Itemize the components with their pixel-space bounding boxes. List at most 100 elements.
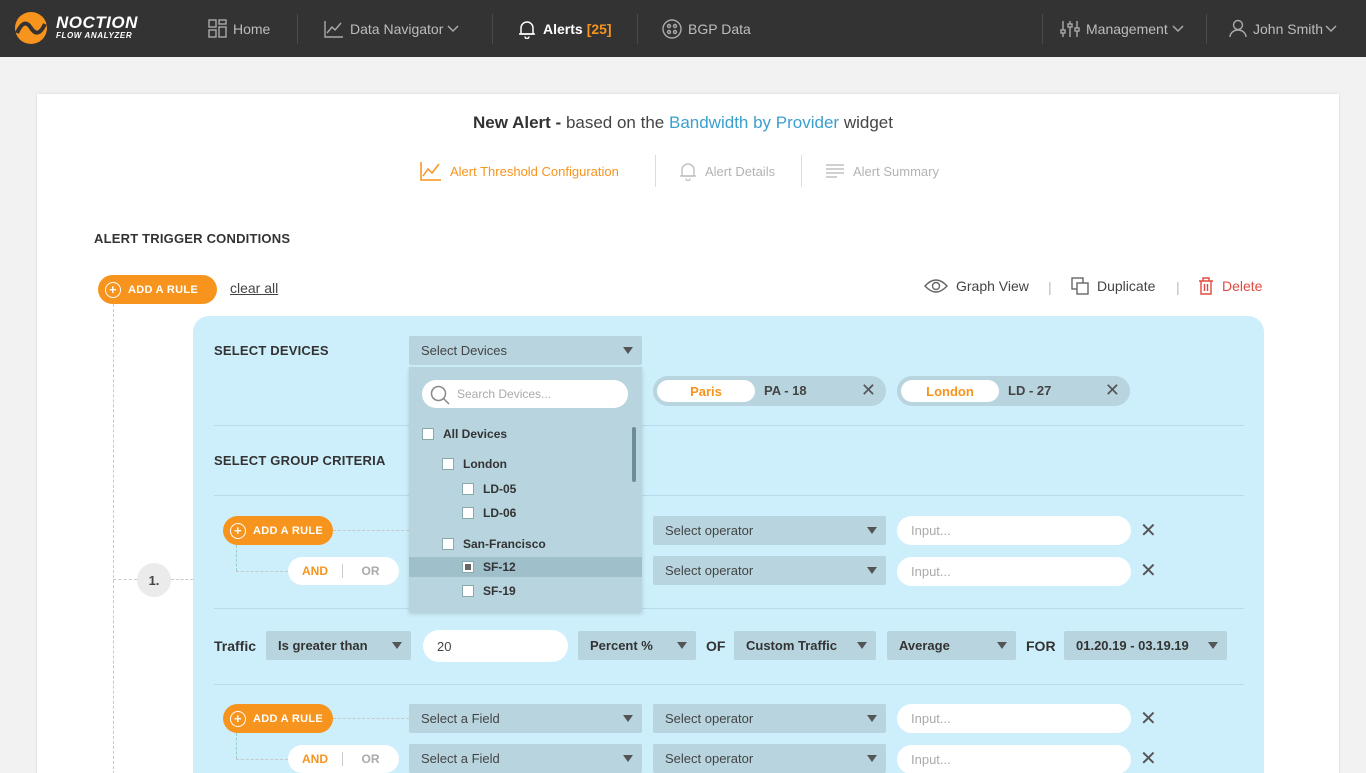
aggregation-select[interactable]: Average [887,631,1016,660]
bell-icon [680,163,696,181]
add-group-rule-button[interactable]: + ADD A RULE [223,704,333,733]
or-option[interactable]: OR [343,564,398,578]
device-option-ld-05[interactable]: LD-05 [409,479,642,499]
device-option-all[interactable]: All Devices [409,424,642,444]
alerts-count-badge: [25] [586,20,612,37]
add-rule-button[interactable]: + ADD A RULE [98,275,217,304]
graph-view-label: Graph View [956,278,1029,294]
delete-button[interactable]: Delete [1198,276,1262,296]
dropdown-scrollbar[interactable] [632,427,636,482]
page-title-pre: based on the [565,113,665,132]
nav-alerts-label: Alerts [543,20,583,37]
remove-rule-icon[interactable]: ✕ [1140,749,1157,769]
checkbox[interactable] [462,507,474,519]
duplicate-label: Duplicate [1097,278,1156,294]
caret-down-icon [623,755,633,762]
select-devices-dropdown[interactable]: Select Devices [409,336,642,365]
operator-select[interactable]: Select operator [653,516,886,545]
traffic-type-value: Custom Traffic [746,638,838,653]
criteria-value-input[interactable]: Input... [897,516,1131,545]
caret-down-icon [1208,642,1218,649]
condition-value: Is greater than [278,638,368,653]
chip-city: London [901,380,999,402]
remove-rule-icon[interactable]: ✕ [1140,709,1157,729]
list-lines-icon [826,164,844,178]
nav-data-navigator[interactable]: Data Navigator [324,0,465,57]
step-alert-details[interactable]: Alert Details [679,155,775,187]
operator-select-label: Select operator [665,711,754,726]
checkbox[interactable] [442,458,454,470]
chip-device: LD - 27 [1008,383,1052,398]
condition-select[interactable]: Is greater than [266,631,411,660]
caret-down-icon [857,642,867,649]
add-group-rule-button[interactable]: + ADD A RULE [223,516,333,545]
caret-down-icon [623,715,633,722]
traffic-type-select[interactable]: Custom Traffic [734,631,876,660]
delete-label: Delete [1222,278,1263,294]
checkbox[interactable] [422,428,434,440]
plus-circle-icon: + [230,710,246,727]
aggregation-value: Average [899,638,950,653]
caret-down-icon [867,715,877,722]
plus-circle-icon: + [105,281,121,298]
clear-all-link[interactable]: clear all [230,280,278,296]
or-option[interactable]: OR [343,752,398,766]
nav-management[interactable]: Management [1060,0,1190,57]
nav-bgp-data[interactable]: BGP Data [662,0,751,57]
step-threshold-configuration[interactable]: Alert Threshold Configuration [420,155,619,187]
device-option-sf-12[interactable]: SF-12 [409,557,642,577]
checkbox[interactable] [442,538,454,550]
date-range-select[interactable]: 01.20.19 - 03.19.19 [1064,631,1227,660]
select-devices-heading: SELECT DEVICES [214,343,329,358]
step-alert-summary[interactable]: Alert Summary [825,155,939,187]
close-icon[interactable]: ✕ [861,380,876,401]
and-option[interactable]: AND [288,752,343,766]
operator-select[interactable]: Select operator [653,556,886,585]
caret-down-icon [997,642,1007,649]
threshold-value: 20 [437,638,452,654]
criteria-value-input[interactable]: Input... [897,704,1131,733]
chip-city: Paris [657,380,755,402]
line-chart-icon [420,162,441,181]
logo-subtitle: FLOW ANALYZER [56,31,133,40]
operator-select[interactable]: Select operator [653,704,886,733]
and-or-toggle[interactable]: AND OR [288,557,399,585]
page-title-bold: New Alert - [473,113,562,132]
and-or-toggle[interactable]: AND OR [288,745,399,773]
operator-select[interactable]: Select operator [653,744,886,773]
option-label: San-Francisco [463,537,546,551]
option-label: All Devices [443,427,508,441]
duplicate-button[interactable]: Duplicate [1071,276,1155,296]
unit-select[interactable]: Percent % [578,631,696,660]
operator-select-label: Select operator [665,523,754,538]
device-option-sf-19[interactable]: SF-19 [409,581,642,601]
user-menu[interactable]: John Smith [1229,0,1343,57]
page-title: New Alert - based on the Bandwidth by Pr… [0,113,1366,133]
device-option-ld-06[interactable]: LD-06 [409,503,642,523]
checkbox-checked[interactable] [462,561,474,573]
search-devices-input[interactable]: Search Devices... [422,380,628,408]
logo-text[interactable]: NOCTION FLOW ANALYZER [56,14,138,41]
nav-home[interactable]: Home [208,0,270,57]
device-option-london[interactable]: London [409,454,642,474]
search-icon [430,385,450,405]
criteria-value-input[interactable]: Input... [897,557,1131,586]
field-select-label: Select a Field [421,711,500,726]
device-option-san-francisco[interactable]: San-Francisco [409,534,642,554]
graph-view-button[interactable]: Graph View [924,276,1029,296]
checkbox[interactable] [462,483,474,495]
close-icon[interactable]: ✕ [1105,380,1120,401]
field-select[interactable]: Select a Field [409,704,642,733]
criteria-value-input[interactable]: Input... [897,745,1131,773]
caret-down-icon [867,755,877,762]
widget-link[interactable]: Bandwidth by Provider [669,113,839,132]
checkbox[interactable] [462,585,474,597]
threshold-input[interactable]: 20 [423,630,568,662]
nav-alerts[interactable]: Alerts [25] [517,0,612,57]
remove-rule-icon[interactable]: ✕ [1140,521,1157,541]
and-option[interactable]: AND [288,564,343,578]
page-title-post: widget [843,113,893,132]
field-select[interactable]: Select a Field [409,744,642,773]
chip-device: PA - 18 [764,383,807,398]
remove-rule-icon[interactable]: ✕ [1140,561,1157,581]
